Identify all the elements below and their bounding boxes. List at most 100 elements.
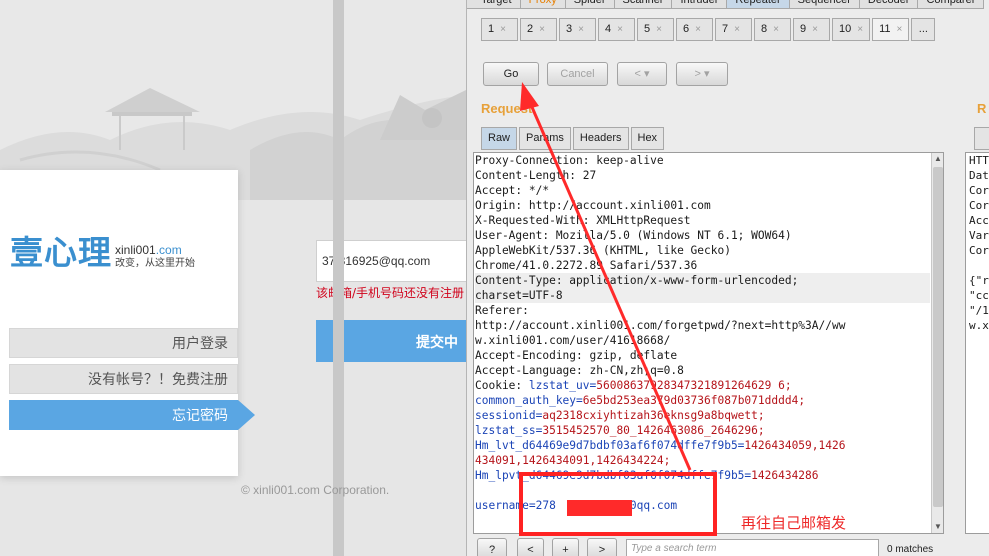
tab-decoder[interactable]: Decoder (859, 0, 919, 9)
request-line: common_auth_key=6e5bd253ea379d03736f087b… (475, 394, 806, 407)
close-icon[interactable]: × (539, 19, 545, 40)
repeater-tab-label: 5 (644, 23, 651, 35)
logo-chinese: 壹心理 (10, 233, 112, 272)
request-line: charset=UTF-8 (475, 288, 930, 303)
request-line: User-Agent: Mozilla/5.0 (Windows NT 6.1;… (475, 229, 792, 242)
request-text[interactable]: Proxy-Connection: keep-alive Content-Leng… (474, 153, 930, 513)
cancel-button[interactable]: Cancel (547, 62, 608, 86)
tab-sequencer[interactable]: Sequencer (789, 0, 860, 9)
request-line: 434091,1426434091,1426434224; (475, 454, 671, 467)
response-tab-raw[interactable] (974, 127, 989, 150)
repeater-tab-label: 9 (800, 23, 807, 35)
request-panel-title: Request (481, 101, 533, 116)
active-nav-arrow (238, 400, 255, 430)
request-line: Proxy-Connection: keep-alive (475, 154, 664, 167)
request-line: Chrome/41.0.2272.89 Safari/537.36 (475, 259, 698, 272)
repeater-tab-label: 10 (839, 23, 852, 35)
repeater-tab-label: 6 (683, 23, 690, 35)
request-line: Referer: (475, 304, 529, 317)
close-icon[interactable]: × (857, 19, 863, 40)
repeater-tab-5[interactable]: 5 × (637, 18, 674, 41)
logo-domain-com: .com (155, 243, 182, 257)
match-count: 0 matches (887, 544, 934, 555)
request-line: Accept-Encoding: gzip, deflate (475, 349, 678, 362)
tab-proxy[interactable]: Proxy (520, 0, 566, 9)
back-button[interactable]: < ▾ (617, 62, 667, 86)
repeater-tab-7[interactable]: 7 × (715, 18, 752, 41)
forward-button[interactable]: > ▾ (676, 62, 728, 86)
repeater-tab-9[interactable]: 9 × (793, 18, 830, 41)
repeater-tab-2[interactable]: 2 × (520, 18, 557, 41)
scroll-down-icon[interactable]: ▼ (933, 521, 943, 533)
logo-domain-main: xinli001 (115, 243, 156, 257)
annotation-note: 再往自己邮箱发 (741, 514, 847, 532)
close-icon[interactable]: × (695, 19, 701, 40)
tab-repeater[interactable]: Repeater (727, 0, 790, 9)
close-icon[interactable]: × (897, 19, 903, 40)
scroll-thumb[interactable] (933, 167, 943, 507)
repeater-tab-more[interactable]: ... (911, 18, 936, 41)
request-scrollbar[interactable]: ▲ ▼ (931, 153, 943, 533)
repeater-tab-1[interactable]: 1 × (481, 18, 518, 41)
close-icon[interactable]: × (500, 19, 506, 40)
tab-comparer[interactable]: Comparer (918, 0, 985, 9)
repeater-tab-label: 3 (566, 23, 573, 35)
close-icon[interactable]: × (734, 19, 740, 40)
tab-intruder[interactable]: Intruder (672, 0, 728, 9)
request-line: Content-Length: 27 (475, 169, 597, 182)
repeater-tab-8[interactable]: 8 × (754, 18, 791, 41)
request-line: Hm_lvt_d64469e9d7bdbf03af6f074dffe7f9b5=… (475, 439, 846, 452)
logo-tagline: 改变，从这里开始 (115, 258, 195, 269)
search-input[interactable]: Type a search term (626, 539, 879, 556)
repeater-tab-label: 1 (488, 23, 495, 35)
tab-scanner[interactable]: Scanner (614, 0, 673, 9)
nav-register[interactable]: 没有帐号？！免费注册 (9, 364, 238, 394)
request-line: X-Requested-With: XMLHttpRequest (475, 214, 691, 227)
tab-headers[interactable]: Headers (572, 127, 629, 150)
close-icon[interactable]: × (578, 19, 584, 40)
scroll-up-icon[interactable]: ▲ (933, 153, 943, 165)
close-icon[interactable]: × (773, 19, 779, 40)
repeater-tab-label: 4 (605, 23, 612, 35)
forward-menu-icon: ▾ (703, 68, 710, 80)
close-icon[interactable]: × (617, 19, 623, 40)
request-line: Content-Type: application/x-www-form-url… (475, 273, 930, 288)
previous-match-button[interactable]: < (517, 538, 544, 556)
copyright-footer: © xinli001.com Corporation. (241, 483, 390, 497)
repeater-tab-10[interactable]: 10 × (832, 18, 871, 41)
go-button[interactable]: Go (483, 62, 539, 86)
request-line: AppleWebKit/537.36 (KHTML, like Gecko) (475, 244, 731, 257)
repeater-tab-4[interactable]: 4 × (598, 18, 635, 41)
request-line: lzstat_ss=3515452570_80_1426463086_26462… (475, 424, 765, 437)
repeater-tab-3[interactable]: 3 × (559, 18, 596, 41)
browser-page: 壹心理 xinli001.com 改变，从这里开始 用户登录 没有帐号？！免费注… (0, 0, 466, 556)
next-match-button[interactable]: > (587, 538, 617, 556)
tab-hex[interactable]: Hex (630, 127, 665, 150)
back-arrow-icon: < (634, 68, 641, 80)
main-tabs: Target Proxy Spider Scanner Intruder Rep… (467, 0, 985, 9)
response-editor[interactable]: HTT Dat Cor Cor Acc Var Cor {"r "cc "/1 … (965, 152, 989, 534)
tab-params[interactable]: Params (519, 127, 571, 150)
repeater-tab-11[interactable]: 11 × (872, 18, 910, 41)
repeater-tab-label: 11 (879, 23, 891, 35)
request-line: http://account.xinli001.com/forgetpwd/?n… (475, 319, 846, 332)
add-button[interactable]: + (552, 538, 579, 556)
highlight-box (519, 472, 717, 536)
repeater-tab-label: 2 (527, 23, 534, 35)
nav-login[interactable]: 用户登录 (9, 328, 238, 358)
close-icon[interactable]: × (656, 19, 662, 40)
tab-raw[interactable]: Raw (481, 127, 518, 150)
tab-spider[interactable]: Spider (565, 0, 615, 9)
close-icon[interactable]: × (812, 19, 818, 40)
tab-target[interactable]: Target (467, 0, 521, 9)
site-logo: 壹心理 xinli001.com 改变，从这里开始 (10, 226, 195, 274)
nav-forgot-password[interactable]: 忘记密码 (9, 400, 238, 430)
request-line: Accept-Language: zh-CN,zh;q=0.8 (475, 364, 684, 377)
repeater-tab-label: 7 (722, 23, 729, 35)
search-bar: ? < + > Type a search term 0 matches (467, 536, 989, 556)
request-line: w.xinli001.com/user/41618668/ (475, 334, 671, 347)
response-panel-title: R (977, 101, 987, 116)
repeater-tab-6[interactable]: 6 × (676, 18, 713, 41)
help-button[interactable]: ? (477, 538, 507, 556)
repeater-tabs: 1 × 2 × 3 × 4 × 5 × 6 × 7 × 8 × 9 × 10 × 11 × ... (481, 18, 937, 41)
